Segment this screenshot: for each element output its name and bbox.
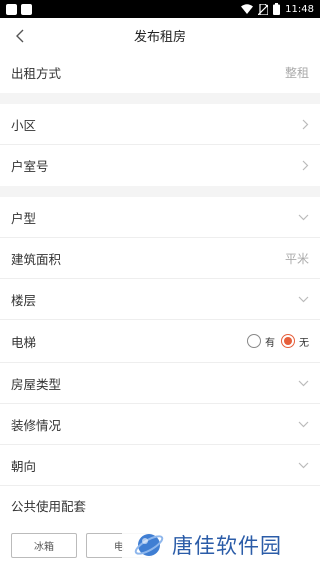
community-row[interactable]: 小区 [0,104,320,145]
area-unit: 平米 [284,251,309,266]
elevator-label: 电梯 [11,334,37,350]
status-notification-icons [6,3,32,15]
orientation-label: 朝向 [11,458,37,474]
room-number-label: 户室号 [11,159,49,174]
watermark-text: 唐佳软件园 [172,534,282,558]
battery-icon [273,3,281,15]
app-bar: 发布租房 [0,18,320,52]
elevator-option-yes[interactable]: 有 [247,334,275,349]
rent-mode-row[interactable]: 出租方式 整租 [0,52,320,93]
house-type-label: 房屋类型 [11,376,62,392]
chevron-down-icon [298,296,309,302]
chevron-left-icon [16,29,24,43]
back-button[interactable] [10,26,30,46]
clock: 11:48 [285,3,314,15]
notification-icon [21,3,32,15]
chevron-down-icon [298,380,309,386]
rent-mode-label: 出租方式 [11,66,62,81]
floor-row[interactable]: 楼层 [0,279,320,320]
section-divider [0,93,320,104]
radio-checked-icon[interactable] [281,334,295,348]
radio-unchecked-icon[interactable] [247,334,261,348]
decoration-label: 装修情况 [11,417,62,433]
elevator-row: 电梯 有 无 [0,320,320,363]
rent-mode-value: 整租 [284,66,309,80]
facilities-title: 公共使用配套 [11,498,87,514]
facility-option[interactable]: 冰箱 [11,533,77,558]
section-divider [0,186,320,197]
layout-label: 户型 [11,210,37,226]
room-number-row[interactable]: 户室号 [0,145,320,186]
logo-icon [134,534,164,556]
chevron-right-icon [302,119,309,129]
elevator-option-no[interactable]: 无 [281,334,309,349]
status-bar: 11:48 [0,0,320,18]
status-indicators: 11:48 [241,3,314,15]
chevron-down-icon [298,462,309,468]
elevator-option-yes-label: 有 [265,337,275,349]
community-label: 小区 [11,117,37,133]
orientation-row[interactable]: 朝向 [0,445,320,486]
house-type-row[interactable]: 房屋类型 [0,363,320,404]
layout-row[interactable]: 户型 [0,197,320,238]
chevron-down-icon [298,421,309,427]
floor-label: 楼层 [11,292,37,308]
elevator-radio-group: 有 无 [247,334,309,349]
page-title: 发布租房 [133,29,186,45]
elevator-option-no-label: 无 [299,337,309,349]
area-row[interactable]: 建筑面积 平米 [0,238,320,279]
decoration-row[interactable]: 装修情况 [0,404,320,445]
chevron-down-icon [298,214,309,220]
wifi-icon [241,4,254,14]
notification-icon [6,3,17,15]
watermark: 唐佳软件园 [122,520,320,570]
chevron-right-icon [302,160,309,171]
area-label: 建筑面积 [11,251,62,267]
no-sim-icon [258,3,269,15]
